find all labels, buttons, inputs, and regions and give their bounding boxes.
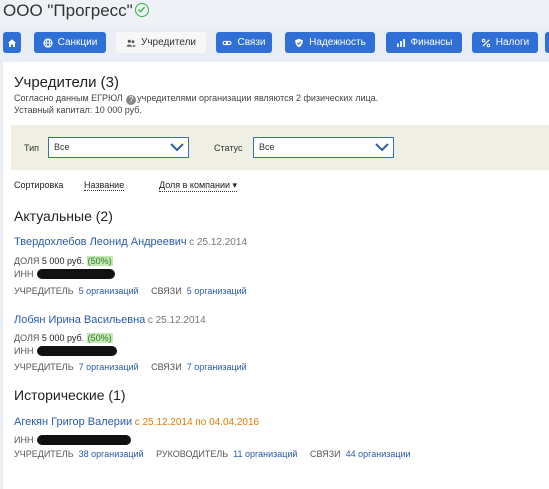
verified-check-icon: [135, 3, 149, 17]
ties-orgs-link[interactable]: 7 организаций: [187, 362, 247, 372]
type-filter-label: Тип: [24, 143, 40, 153]
founder-name-row: Твердохлебов Леонид Андреевич с 25.12.20…: [14, 236, 247, 248]
sort-label: Сортировка: [14, 180, 64, 190]
inn-label: ИНН: [14, 269, 34, 279]
type-select[interactable]: Все: [48, 137, 189, 158]
tab-label: Учредители: [140, 37, 196, 48]
founder-name-link[interactable]: Лобян Ирина Васильевна: [14, 314, 145, 326]
founder-name-row: Лобян Ирина Васильевна с 25.12.2014: [14, 314, 206, 326]
chevron-down-icon: [170, 143, 184, 152]
current-founders-heading: Актуальные (2): [14, 208, 113, 224]
share-value: 5 000 руб.: [41, 333, 85, 343]
globe-icon: [43, 37, 53, 48]
tab-connections[interactable]: Связи: [216, 32, 272, 53]
inn-label: ИНН: [14, 435, 34, 445]
share-percent: (50%): [86, 256, 113, 266]
home-icon: [8, 38, 16, 47]
status-select-value: Все: [259, 142, 275, 152]
relations-row: УЧРЕДИТЕЛЬ 7 организаций СВЯЗИ 7 организ…: [14, 362, 247, 372]
tab-more[interactable]: [545, 32, 549, 53]
ties-label: СВЯЗИ: [309, 449, 341, 459]
founder-period: с 25.12.2014 по 04.04.2016: [134, 417, 260, 428]
header-bar: ООО "Прогресс": [0, 0, 549, 28]
sort-by-name-link[interactable]: Название: [84, 180, 125, 191]
tab-label: Связи: [237, 37, 266, 48]
tab-home[interactable]: [3, 32, 21, 53]
page-title: ООО "Прогресс": [3, 1, 133, 20]
founder-name-link[interactable]: Агекян Григор Валерии: [14, 416, 132, 428]
tab-label: Финансы: [410, 37, 453, 48]
founder-orgs-link[interactable]: 38 организаций: [79, 449, 144, 459]
founder-name-row: Агекян Григор Валерии с 25.12.2014 по 04…: [14, 416, 259, 428]
chart-icon: [396, 38, 405, 47]
chevron-down-icon: [375, 143, 389, 152]
founder-name-link[interactable]: Твердохлебов Леонид Андреевич: [14, 236, 187, 248]
inn-row: ИНН: [14, 435, 132, 445]
tab-label: Налоги: [495, 37, 530, 48]
ties-label: СВЯЗИ: [151, 286, 182, 296]
share-label: ДОЛЯ: [14, 333, 40, 343]
type-select-value: Все: [54, 142, 70, 152]
inn-row: ИНН: [14, 269, 116, 279]
share-row: ДОЛЯ 5 000 руб. (50%): [14, 333, 113, 343]
redacted-inn: [37, 346, 118, 356]
head-orgs-link[interactable]: 11 организаций: [233, 449, 297, 459]
tab-sanctions[interactable]: Санкции: [34, 32, 106, 53]
section-tabs: Санкции Учредители Связи Надежность Фина…: [0, 32, 549, 54]
founder-orgs-link[interactable]: 5 организаций: [79, 286, 139, 296]
founders-heading: Учредители (3): [14, 74, 120, 91]
redacted-inn: [37, 435, 132, 445]
relations-row: УЧРЕДИТЕЛЬ 38 организаций РУКОВОДИТЕЛЬ 1…: [14, 449, 411, 459]
founders-description: Согласно данным ЕГРЮЛ ? учредителями орга…: [14, 93, 378, 105]
people-icon: [126, 39, 136, 47]
authorized-capital: Уставный капитал: 10 000 руб.: [14, 105, 142, 115]
tab-finance[interactable]: Финансы: [386, 32, 462, 53]
ties-label: СВЯЗИ: [151, 362, 182, 372]
shield-icon: [295, 38, 303, 47]
tab-label: Надежность: [309, 37, 366, 48]
sort-by-share-link[interactable]: Доля в компании ▾: [159, 180, 238, 192]
redacted-inn: [37, 269, 116, 279]
percent-icon: [481, 38, 490, 47]
tab-founders[interactable]: Учредители: [116, 32, 206, 53]
share-label: ДОЛЯ: [14, 256, 40, 266]
share-row: ДОЛЯ 5 000 руб. (50%): [14, 256, 113, 266]
inn-row: ИНН: [14, 346, 118, 356]
founder-since: с 25.12.2014: [147, 315, 206, 326]
historical-founders-heading: Исторические (1): [14, 387, 126, 403]
founders-panel: Учредители (3) Согласно данным ЕГРЮЛ ? уч…: [3, 62, 549, 489]
filter-bar: Тип Все Статус Все: [11, 125, 549, 170]
founder-role-label: УЧРЕДИТЕЛЬ: [14, 449, 74, 459]
status-select[interactable]: Все: [253, 137, 394, 158]
help-icon[interactable]: ?: [126, 95, 137, 105]
share-value: 5 000 руб.: [41, 256, 85, 266]
head-role-label: РУКОВОДИТЕЛЬ: [156, 449, 229, 459]
status-filter-label: Статус: [214, 143, 243, 153]
description-text: Согласно данным ЕГРЮЛ: [14, 93, 123, 103]
link-icon: [222, 40, 233, 45]
founder-role-label: УЧРЕДИТЕЛЬ: [14, 362, 74, 372]
tab-label: Санкции: [57, 37, 98, 48]
share-percent: (50%): [86, 333, 113, 343]
inn-label: ИНН: [14, 346, 34, 356]
founder-orgs-link[interactable]: 7 организаций: [79, 362, 139, 372]
relations-row: УЧРЕДИТЕЛЬ 5 организаций СВЯЗИ 5 организ…: [14, 286, 247, 296]
tab-taxes[interactable]: Налоги: [472, 32, 538, 53]
founder-since: с 25.12.2014: [189, 237, 247, 248]
founder-role-label: УЧРЕДИТЕЛЬ: [14, 286, 74, 296]
description-text-end: учредителями организации являются 2 физи…: [137, 93, 379, 103]
ties-orgs-link[interactable]: 5 организаций: [187, 286, 247, 296]
ties-orgs-link[interactable]: 44 организации: [346, 449, 411, 459]
tab-reliability[interactable]: Надежность: [285, 32, 375, 53]
